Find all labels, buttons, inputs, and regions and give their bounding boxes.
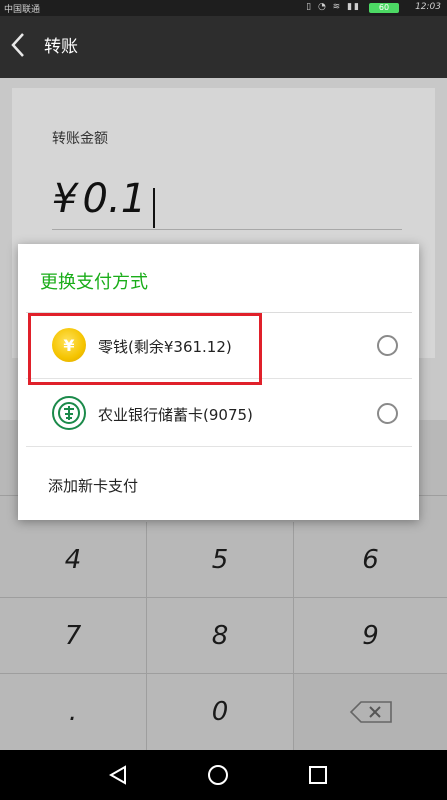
page-title: 转账 (44, 37, 78, 57)
carrier-label: 中国联通 (4, 5, 41, 15)
key-9[interactable]: 9 (294, 598, 447, 674)
nav-home-icon[interactable] (198, 758, 238, 792)
nav-recents-icon[interactable] (298, 758, 338, 792)
key-dot[interactable]: . (0, 674, 147, 750)
back-arrow-icon[interactable] (10, 30, 26, 68)
option-separator (26, 446, 412, 447)
battery-icon: 60 (369, 3, 399, 13)
clock: 12:03 (415, 2, 441, 12)
title-bar: 转账 (0, 16, 447, 78)
key-5[interactable]: 5 (147, 522, 294, 598)
system-nav-bar (0, 750, 447, 800)
abc-bank-icon (52, 396, 86, 430)
amount-value: 0.1 (82, 176, 147, 222)
nav-back-icon[interactable] (98, 758, 138, 792)
text-cursor (153, 187, 156, 228)
delete-key[interactable] (294, 674, 447, 750)
key-6[interactable]: 6 (294, 522, 447, 598)
dialog-title: 更换支付方式 (40, 272, 148, 293)
key-8[interactable]: 8 (147, 598, 294, 674)
currency-symbol: ¥ (52, 176, 78, 222)
option-bank-card-label: 农业银行储蓄卡(9075) (98, 406, 253, 424)
key-0[interactable]: 0 (147, 674, 294, 750)
radio-balance[interactable] (377, 335, 398, 356)
highlight-box (28, 313, 262, 385)
radio-bank-card[interactable] (377, 403, 398, 424)
option-bank-card[interactable]: 农业银行储蓄卡(9075) (26, 381, 412, 447)
status-icons: ▯ ◔ ≋ ▮▮ (306, 2, 361, 12)
amount-label: 转账金额 (52, 131, 108, 147)
backspace-icon (349, 700, 393, 724)
key-4[interactable]: 4 (0, 522, 147, 598)
status-bar: 中国联通 ▯ ◔ ≋ ▮▮ 60 12:03 (0, 0, 447, 16)
key-7[interactable]: 7 (0, 598, 147, 674)
add-new-card-button[interactable]: 添加新卡支付 (48, 475, 138, 496)
amount-input[interactable]: ¥ 0.1 (52, 176, 402, 230)
